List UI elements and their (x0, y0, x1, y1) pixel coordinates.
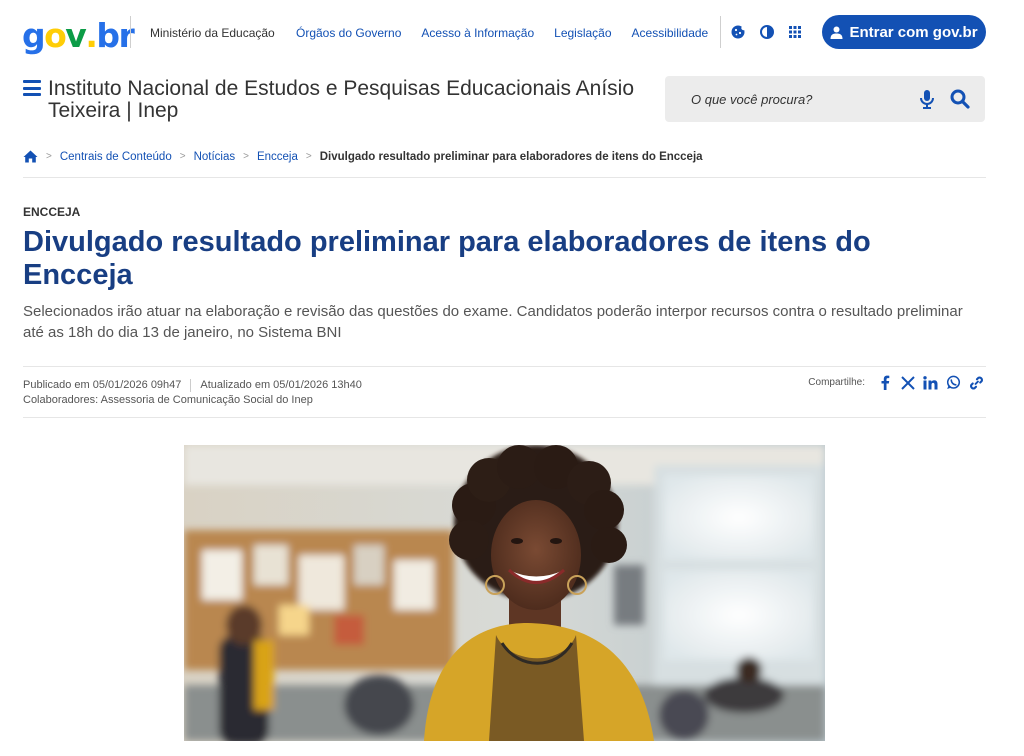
search-icon[interactable] (950, 89, 970, 109)
divider (130, 16, 131, 48)
menu-icon[interactable] (23, 80, 41, 96)
breadcrumb-current: Divulgado resultado preliminar para elab… (319, 150, 703, 163)
logo-letter: v (65, 16, 87, 55)
chevron-right-icon: > (179, 151, 186, 162)
apps-grid-icon[interactable] (787, 24, 803, 40)
logo-letter: g (22, 16, 46, 55)
share-label: Compartilhe: (808, 377, 865, 388)
logo-letter: . (85, 16, 98, 55)
article-meta: Publicado em 05/01/2026 09h47 Atualizado … (23, 378, 362, 408)
ministerio-label: Ministério da Educação (150, 26, 275, 40)
breadcrumb: > Centrais de Conteúdo > Notícias > Encc… (23, 150, 703, 163)
chevron-right-icon: > (46, 151, 52, 162)
link-orgaos-governo[interactable]: Órgãos do Governo (296, 26, 401, 40)
logo-letter: o (44, 16, 67, 55)
divider (720, 16, 721, 48)
link-icon[interactable] (969, 375, 984, 390)
contrast-icon[interactable] (759, 24, 775, 40)
updated-date: Atualizado em 05/01/2026 13h40 (200, 379, 362, 391)
article-category: ENCCEJA (23, 205, 81, 219)
breadcrumb-centrais[interactable]: Centrais de Conteúdo (60, 151, 172, 163)
microphone-icon[interactable] (918, 89, 936, 109)
x-icon[interactable] (900, 375, 915, 390)
whatsapp-icon[interactable] (946, 375, 961, 390)
published-date: Publicado em 05/01/2026 09h47 (23, 379, 182, 391)
user-icon (830, 26, 843, 39)
facebook-icon[interactable] (877, 375, 892, 390)
chevron-right-icon: > (243, 151, 249, 162)
share-bar: Compartilhe: (808, 375, 984, 390)
breadcrumb-noticias[interactable]: Notícias (194, 151, 236, 163)
chevron-right-icon: > (305, 151, 312, 162)
site-title[interactable]: Instituto Nacional de Estudos e Pesquisa… (48, 78, 658, 122)
divider (23, 417, 986, 418)
search-input[interactable] (691, 89, 911, 109)
login-button[interactable]: Entrar com gov.br (822, 15, 986, 49)
govbr-logo[interactable]: gov.br (22, 12, 135, 55)
link-acessibilidade[interactable]: Acessibilidade (632, 26, 709, 40)
linkedin-icon[interactable] (923, 375, 938, 390)
search-bar (665, 76, 985, 122)
top-bar: gov.br Ministério da Educação Órgãos do … (0, 0, 1024, 64)
article-photo (184, 445, 825, 741)
top-links: Órgãos do Governo Acesso à Informação Le… (296, 26, 728, 40)
collaborators: Colaboradores: Assessoria de Comunicação… (23, 394, 313, 406)
link-acesso-informacao[interactable]: Acesso à Informação (421, 26, 534, 40)
link-legislacao[interactable]: Legislação (554, 26, 611, 40)
logo-letter: r (118, 16, 134, 55)
divider (23, 177, 986, 178)
article-title: Divulgado resultado preliminar para elab… (23, 226, 871, 291)
divider (23, 366, 986, 367)
logo-letter: b (96, 16, 120, 55)
cookie-icon[interactable] (730, 24, 746, 40)
breadcrumb-encceja[interactable]: Encceja (257, 151, 298, 163)
login-label: Entrar com gov.br (849, 23, 978, 41)
article-subtitle: Selecionados irão atuar na elaboração e … (23, 303, 963, 341)
home-icon[interactable] (23, 150, 38, 163)
